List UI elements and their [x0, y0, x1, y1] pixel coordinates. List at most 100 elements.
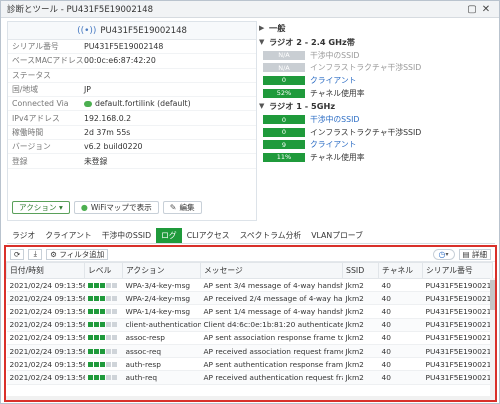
metric-row: 52% チャネル使用率: [257, 87, 495, 100]
level-indicator: [84, 278, 123, 293]
radio1-section[interactable]: ▼ ラジオ 1 - 5GHz: [257, 99, 495, 113]
gear-icon: ⚙: [50, 249, 58, 259]
level-bar: [99, 282, 105, 288]
metric-label[interactable]: クライアント: [310, 139, 356, 150]
log-cell: 40: [378, 318, 423, 332]
edit-button[interactable]: ✎ 編集: [162, 201, 202, 214]
general-section[interactable]: ▶ 一般: [257, 21, 495, 35]
vertical-scrollbar[interactable]: [490, 278, 495, 400]
time-range-button[interactable]: ◷ ▾: [432, 248, 455, 260]
level-bar: [111, 335, 117, 341]
level-indicator: [84, 291, 123, 306]
tab-item[interactable]: スペクトラム分析: [235, 228, 307, 243]
log-row[interactable]: 2021/02/24 09:13:56 auth-resp AP sent auth…: [6, 357, 493, 372]
close-icon[interactable]: ✕: [479, 4, 493, 15]
level-bar: [99, 348, 105, 354]
refresh-button[interactable]: ⟳: [10, 248, 25, 260]
metric-row: 0 干渉中のSSID: [257, 113, 495, 126]
level-bar: [93, 335, 99, 341]
level-bar: [93, 361, 99, 367]
level-bar: [87, 348, 93, 354]
info-value: 00:0c:e6:87:42:20: [84, 56, 156, 66]
log-cell: AP sent 3/4 message of 4-way handshake t…: [200, 278, 343, 293]
column-header[interactable]: SSID: [342, 262, 379, 279]
radio2-section[interactable]: ▼ ラジオ 2 - 2.4 GHz帯: [257, 35, 495, 49]
level-indicator: [84, 344, 123, 359]
column-header[interactable]: アクション: [122, 262, 201, 279]
log-cell: auth-resp: [122, 357, 201, 372]
log-cell: WPA-3/4-key-msg: [122, 278, 201, 293]
level-bar: [105, 282, 111, 288]
column-header[interactable]: 日付/時刻: [6, 262, 85, 279]
log-row[interactable]: 2021/02/24 09:13:56 assoc-resp AP sent ass…: [6, 331, 493, 345]
metric-label[interactable]: クライアント: [310, 75, 356, 86]
device-info-panel: ((•)) PU431F5E19002148 シリアル番号 PU431F5E190…: [7, 21, 257, 221]
level-bar: [87, 282, 93, 288]
log-cell: Jkm2: [342, 291, 379, 306]
tab-item[interactable]: ログ: [156, 228, 182, 243]
log-row[interactable]: 2021/02/24 09:13:56 WPA-1/4-key-msg AP sen…: [6, 304, 493, 319]
add-filter-button[interactable]: ⚙ フィルタ追加: [46, 248, 109, 260]
tab-item[interactable]: CLIアクセス: [182, 228, 235, 243]
info-value: default.fortilink (default): [84, 99, 256, 108]
log-cell: Jkm2: [342, 278, 379, 293]
download-button[interactable]: ⤓: [28, 248, 43, 260]
log-cell: AP received 2/4 message of 4-way handsha…: [200, 291, 343, 306]
device-info-row: IPv4アドレス 192.168.0.2: [8, 111, 256, 126]
metric-row: 0 クライアント: [257, 74, 495, 87]
window-title: 診断とツール - PU431F5E19002148: [7, 5, 153, 15]
log-cell: PU431F5E19002148: [422, 331, 493, 345]
details-button[interactable]: ▤ 詳細: [458, 248, 491, 260]
log-cell: 2021/02/24 09:13:56: [6, 331, 85, 345]
log-row[interactable]: 2021/02/24 09:13:56 WPA-3/4-key-msg AP sen…: [6, 278, 493, 293]
device-header: ((•)) PU431F5E19002148: [8, 22, 256, 40]
level-bar: [105, 374, 111, 380]
log-cell: PU431F5E19002148: [422, 304, 493, 319]
level-bar: [99, 335, 105, 341]
level-bar: [111, 374, 117, 380]
window-titlebar: 診断とツール - PU431F5E19002148 ▢ ✕: [1, 1, 499, 18]
log-row[interactable]: 2021/02/24 09:13:56 assoc-req AP received …: [6, 344, 493, 359]
level-bar: [105, 361, 111, 367]
column-header[interactable]: シリアル番号: [422, 262, 493, 279]
level-bar: [93, 348, 99, 354]
column-header[interactable]: レベル: [84, 262, 123, 279]
log-panel: ⟳ ⤓ ⚙ フィルタ追加 ◷ ▾ ▤ 詳細 日付/時刻 レベル アクション メッセージ S…: [4, 245, 497, 402]
scroll-thumb[interactable]: [490, 280, 495, 310]
info-key: 国/地域: [12, 85, 39, 95]
level-bars: [87, 374, 117, 380]
level-bar: [105, 308, 111, 314]
diagnostics-window: 診断とツール - PU431F5E19002148 ▢ ✕ ((•)) PU43…: [0, 0, 500, 404]
log-row[interactable]: 2021/02/24 09:13:56 auth-req AP received a…: [6, 370, 493, 385]
column-header[interactable]: チャネル: [378, 262, 423, 279]
wifi-map-button[interactable]: ● WiFiマップで表示: [73, 201, 159, 214]
maximize-icon[interactable]: ▢: [465, 4, 479, 15]
level-bar: [105, 348, 111, 354]
level-bars: [87, 295, 117, 301]
action-dropdown-button[interactable]: アクション ▾: [12, 201, 70, 214]
log-row[interactable]: 2021/02/24 09:13:56 client-authentication…: [6, 318, 493, 332]
tab-item[interactable]: 干渉中のSSID: [97, 228, 156, 243]
log-cell: PU431F5E19002148: [422, 370, 493, 385]
info-key: 稼働時間: [12, 127, 44, 137]
device-info-row: ベースMACアドレス 00:0c:e6:87:42:20: [8, 54, 256, 69]
radio2-metrics: N/A 干渉中のSSID N/A インフラストラクチャ干渉SSID 0 クライアント 52%…: [257, 49, 495, 99]
log-cell: Jkm2: [342, 344, 379, 359]
metric-label[interactable]: 干渉中のSSID: [310, 114, 359, 125]
level-bar: [105, 335, 111, 341]
info-value: PU431F5E19002148: [84, 42, 164, 52]
log-cell: PU431F5E19002148: [422, 357, 493, 372]
tab-item[interactable]: クライアント: [40, 228, 96, 243]
log-cell: 2021/02/24 09:13:56: [6, 344, 85, 359]
device-info-row: Connected Via default.fortilink (default): [8, 97, 256, 112]
level-bar: [87, 374, 93, 380]
log-row[interactable]: 2021/02/24 09:13:56 WPA-2/4-key-msg AP rec…: [6, 291, 493, 306]
level-indicator: [84, 370, 123, 385]
tab-item[interactable]: VLANプローブ: [306, 228, 368, 243]
column-header[interactable]: メッセージ: [200, 262, 343, 279]
horizontal-scrollbar[interactable]: [6, 396, 490, 400]
info-key: Connected Via: [12, 99, 69, 109]
log-cell: WPA-2/4-key-msg: [122, 291, 201, 306]
tab-item[interactable]: ラジオ: [7, 228, 40, 243]
level-bar: [111, 282, 117, 288]
